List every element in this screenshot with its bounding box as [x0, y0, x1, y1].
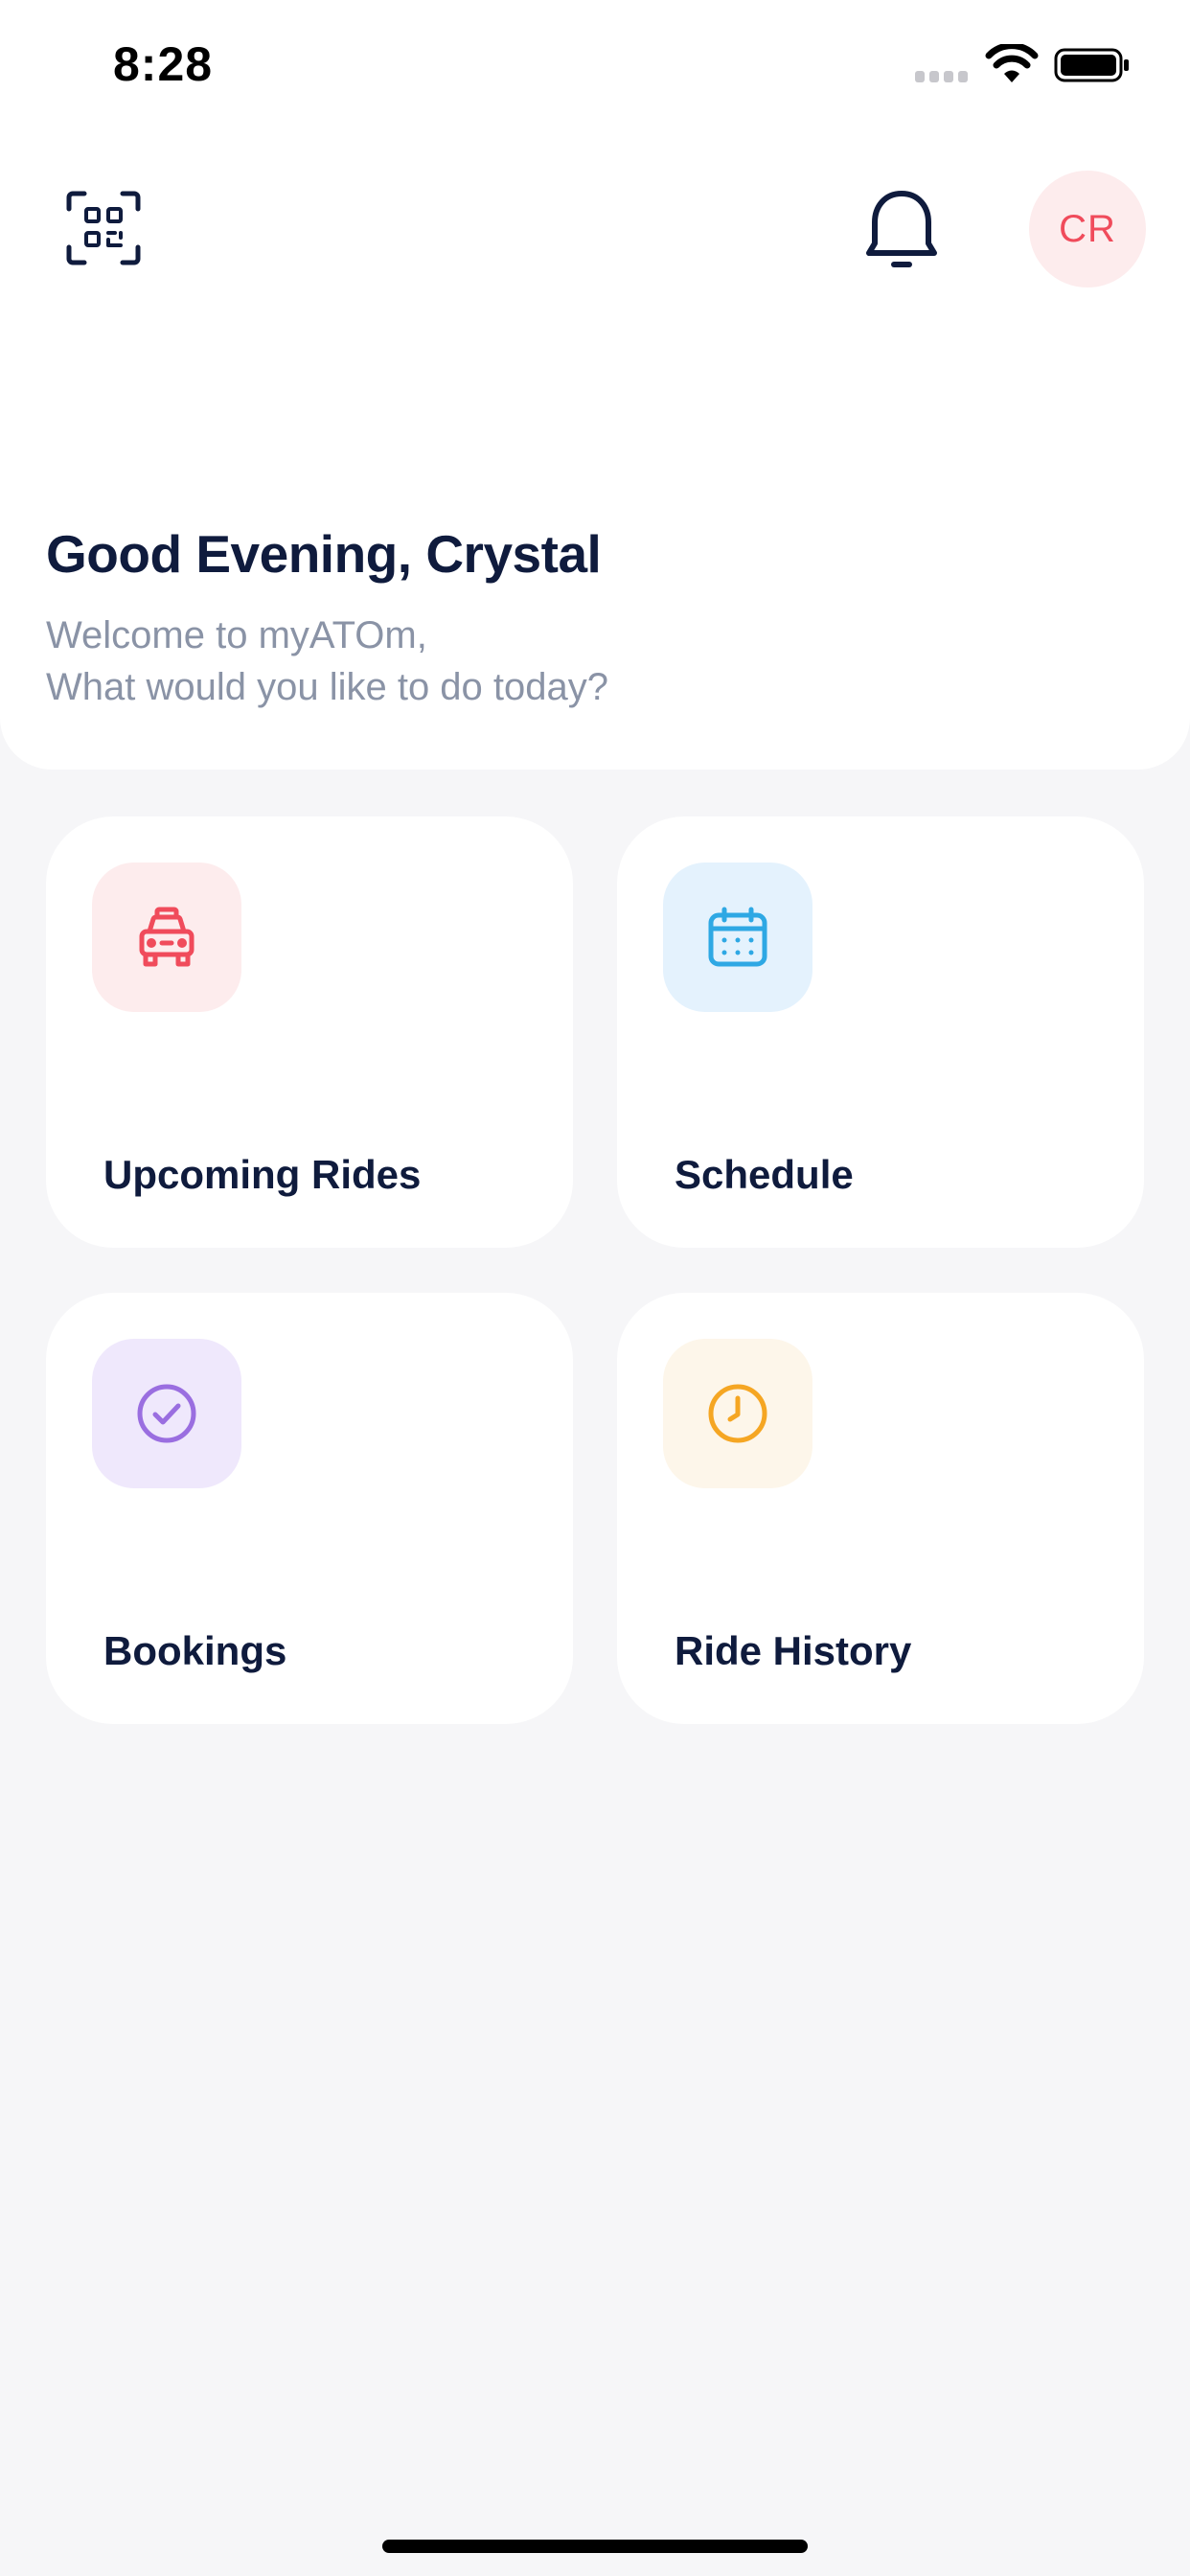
upcoming-rides-label: Upcoming Rides	[103, 1152, 422, 1197]
schedule-label: Schedule	[675, 1152, 854, 1197]
bookings-label: Bookings	[103, 1628, 287, 1673]
home-screen: 8:28 CR Good Evening, Crystal Welcome to…	[0, 0, 1190, 2576]
subtitle-line-1: Welcome to myATOm,	[46, 614, 427, 656]
battery-icon	[1054, 48, 1129, 82]
upcoming-rides-card[interactable]: Upcoming Rides	[46, 816, 573, 1248]
bookings-icon-box	[92, 1339, 241, 1488]
upcoming-rides-icon-box	[92, 862, 241, 1012]
subtitle-line-2: What would you like to do today?	[46, 666, 609, 708]
greeting-subtitle: Welcome to myATOm, What would you like t…	[46, 610, 1004, 713]
schedule-icon-box	[663, 862, 812, 1012]
clock-icon	[708, 1384, 767, 1443]
bookings-card[interactable]: Bookings	[46, 1293, 573, 1724]
calendar-icon	[708, 907, 767, 967]
avatar-initials: CR	[1059, 207, 1116, 250]
ride-history-icon-box	[663, 1339, 812, 1488]
cellular-signal-icon	[915, 71, 969, 82]
status-time: 8:28	[113, 37, 214, 91]
greeting-title: Good Evening, Crystal	[46, 524, 602, 584]
bell-icon[interactable]	[865, 190, 938, 270]
schedule-card[interactable]: Schedule	[617, 816, 1144, 1248]
qr-scan-icon[interactable]	[65, 190, 142, 266]
avatar[interactable]: CR	[1029, 171, 1146, 288]
taxi-icon	[139, 907, 195, 967]
ride-history-card[interactable]: Ride History	[617, 1293, 1144, 1724]
ride-history-label: Ride History	[675, 1628, 912, 1673]
home-indicator[interactable]	[382, 2540, 808, 2553]
wifi-icon	[985, 44, 1039, 82]
check-circle-icon	[137, 1384, 196, 1443]
